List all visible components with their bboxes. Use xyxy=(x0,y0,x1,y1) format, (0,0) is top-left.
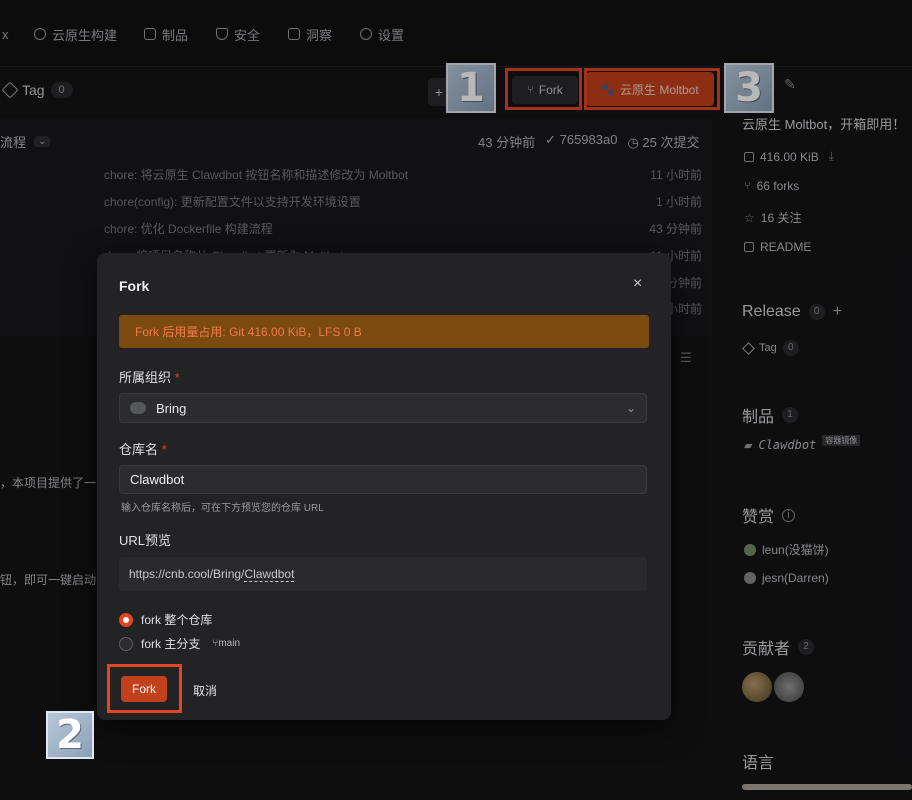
org-select-value: Bring xyxy=(156,400,187,416)
repo-label-text: 仓库名 xyxy=(119,442,159,457)
fork-dialog: Fork × Fork 后用量占用: Git 416.00 KiB，LFS 0 … xyxy=(97,253,671,720)
close-icon[interactable]: × xyxy=(633,275,642,293)
radio-fork-all[interactable]: fork 整个仓库 xyxy=(119,611,212,628)
callout-box-fork-confirm xyxy=(107,664,182,713)
url-preview-label: URL预览 xyxy=(119,533,172,548)
radio-label: fork 整个仓库 xyxy=(141,613,213,627)
radio-unchecked xyxy=(119,636,133,651)
org-avatar-icon xyxy=(130,402,146,414)
branch-tag: ⑂main xyxy=(212,638,240,649)
dialog-title: Fork xyxy=(119,278,150,294)
url-preview: https://cnb.cool/Bring/Clawdbot xyxy=(119,557,647,591)
org-select[interactable]: Bring ⌄ xyxy=(119,393,647,423)
required-mark: * xyxy=(161,442,167,457)
step-badge-2: 2 xyxy=(46,711,94,759)
repo-name-label: 仓库名 * xyxy=(119,439,167,458)
cancel-button[interactable]: 取消 xyxy=(193,682,217,699)
radio-label: fork 主分支 xyxy=(141,637,201,651)
org-label-text: 所属组织 xyxy=(119,370,172,385)
radio-checked xyxy=(119,612,133,627)
repo-name-value: Clawdbot xyxy=(130,472,185,487)
chevron-down-icon: ⌄ xyxy=(625,401,636,415)
repo-name-input[interactable]: Clawdbot xyxy=(119,465,647,494)
repo-hint: 输入仓库名称后，可在下方预览您的仓库 URL xyxy=(121,503,324,514)
radio-fork-main[interactable]: fork 主分支 ⑂main xyxy=(119,635,240,652)
url-repo: Clawdbot xyxy=(244,566,295,582)
branch-name: main xyxy=(218,638,241,649)
url-prefix: https://cnb.cool/Bring/ xyxy=(129,567,245,581)
usage-warning: Fork 后用量占用: Git 416.00 KiB，LFS 0 B xyxy=(119,315,649,348)
warning-text: Fork 后用量占用: Git 416.00 KiB，LFS 0 B xyxy=(135,325,362,339)
required-mark: * xyxy=(174,370,180,385)
org-label: 所属组织 * xyxy=(119,367,180,386)
